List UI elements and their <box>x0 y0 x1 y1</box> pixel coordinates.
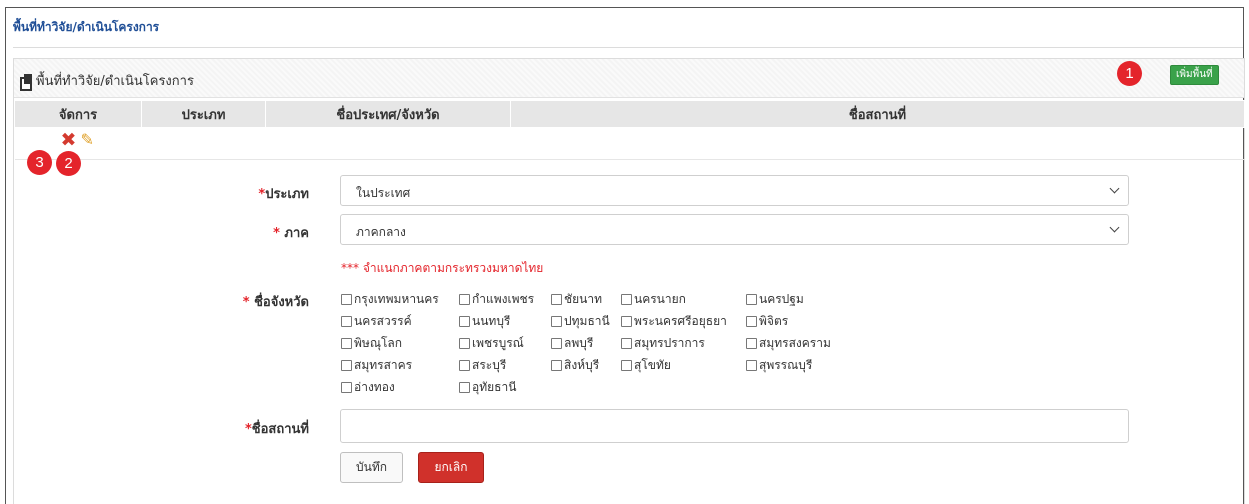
province-checkbox[interactable]: อ่างทอง <box>341 378 395 397</box>
chevron-down-icon <box>1109 183 1120 194</box>
checkbox-icon[interactable] <box>341 360 352 371</box>
checkbox-icon[interactable] <box>551 316 562 327</box>
place-name-input[interactable] <box>340 409 1129 443</box>
region-select-value: ภาคกลาง <box>356 225 406 239</box>
chevron-down-icon <box>1109 222 1120 233</box>
divider <box>13 47 1243 48</box>
province-checkbox-label: พิษณุโลก <box>354 336 403 350</box>
checkbox-icon[interactable] <box>621 294 632 305</box>
province-checkbox[interactable]: สุโขทัย <box>621 356 671 375</box>
checkbox-icon[interactable] <box>621 316 632 327</box>
province-checkbox-label: พระนครศรีอยุธยา <box>634 314 727 328</box>
province-checkbox[interactable]: ลพบุรี <box>551 334 593 353</box>
checkbox-icon[interactable] <box>746 338 757 349</box>
step-marker-1: 1 <box>1117 61 1142 86</box>
cancel-button[interactable]: ยกเลิก <box>418 452 484 483</box>
province-checkbox[interactable]: กำแพงเพชร <box>459 290 534 309</box>
checkbox-icon[interactable] <box>341 382 352 393</box>
province-checkbox[interactable]: สมุทรสาคร <box>341 356 412 375</box>
province-checkbox-label: ลพบุรี <box>564 336 594 350</box>
checkbox-icon[interactable] <box>746 360 757 371</box>
province-checkbox[interactable]: กรุงเทพมหานคร <box>341 290 439 309</box>
province-checkbox-label: สุโขทัย <box>634 358 671 372</box>
checkbox-icon[interactable] <box>459 316 470 327</box>
province-checkbox[interactable]: เพชรบูรณ์ <box>459 334 524 353</box>
checkbox-icon[interactable] <box>551 360 562 371</box>
table-header-row: จัดการ ประเภท ชื่อประเทศ/จังหวัด ชื่อสถา… <box>14 100 1245 128</box>
province-checkbox-label: สุพรรณบุรี <box>759 358 813 372</box>
column-header-type: ประเภท <box>141 100 266 128</box>
column-header-province: ชื่อประเทศ/จังหวัด <box>265 100 511 128</box>
province-checkbox[interactable]: พิจิตร <box>746 312 788 331</box>
province-checkbox[interactable]: นครปฐม <box>746 290 804 309</box>
checkbox-icon[interactable] <box>341 338 352 349</box>
province-checkbox[interactable]: อุทัยธานี <box>459 378 516 397</box>
add-area-button[interactable]: เพิ่มพื้นที่ <box>1170 65 1219 85</box>
province-checkbox-label: นครสวรรค์ <box>354 314 412 328</box>
place-label: *ชื่อสถานที่ <box>244 422 309 437</box>
checkbox-icon[interactable] <box>459 338 470 349</box>
province-label: * ชื่อจังหวัด <box>242 295 309 310</box>
step-marker-2: 2 <box>56 151 81 176</box>
province-checkbox[interactable]: นครสวรรค์ <box>341 312 412 331</box>
province-checkbox-label: นนทบุรี <box>472 314 511 328</box>
province-checkbox-label: สิงห์บุรี <box>564 358 600 372</box>
province-checkbox[interactable]: พระนครศรีอยุธยา <box>621 312 727 331</box>
step-marker-3: 3 <box>27 150 52 175</box>
checkbox-icon[interactable] <box>551 338 562 349</box>
region-select[interactable]: ภาคกลาง <box>340 214 1129 245</box>
province-checkbox[interactable]: สิงห์บุรี <box>551 356 599 375</box>
province-checkbox[interactable]: สมุทรปราการ <box>621 334 705 353</box>
province-checkbox-grid: กรุงเทพมหานคร กำแพงเพชร ชัยนาท นครนายก นครปฐ… <box>341 290 901 400</box>
province-checkbox[interactable]: พิษณุโลก <box>341 334 402 353</box>
province-checkbox-label: นครนายก <box>634 292 686 306</box>
province-checkbox-label: สมุทรปราการ <box>634 336 705 350</box>
checkbox-icon[interactable] <box>459 360 470 371</box>
type-select-value: ในประเทศ <box>356 186 411 200</box>
province-checkbox[interactable]: ปทุมธานี <box>551 312 610 331</box>
province-checkbox[interactable]: นนทบุรี <box>459 312 510 331</box>
province-checkbox[interactable]: นครนายก <box>621 290 686 309</box>
checkbox-icon[interactable] <box>621 360 632 371</box>
overlay-strip <box>96 133 761 157</box>
checkbox-icon[interactable] <box>459 382 470 393</box>
region-note: *** จำแนกภาคตามกระทรวงมหาดไทย <box>341 261 544 275</box>
province-checkbox[interactable]: ชัยนาท <box>551 290 602 309</box>
province-checkbox[interactable]: สุพรรณบุรี <box>746 356 812 375</box>
page-title: พื้นที่ทำวิจัย/ดำเนินโครงการ <box>13 20 160 34</box>
province-checkbox-label: ปทุมธานี <box>564 314 610 328</box>
province-checkbox-label: ชัยนาท <box>564 292 603 306</box>
column-header-place: ชื่อสถานที่ <box>510 100 1245 128</box>
delete-icon[interactable]: ✖ <box>61 130 77 150</box>
checkbox-icon[interactable] <box>621 338 632 349</box>
province-checkbox-label: พิจิตร <box>759 314 789 328</box>
province-checkbox-label: กรุงเทพมหานคร <box>354 292 439 306</box>
save-button[interactable]: บันทึก <box>340 452 403 483</box>
copy-icon <box>20 74 32 91</box>
checkbox-icon[interactable] <box>746 316 757 327</box>
checkbox-icon[interactable] <box>459 294 470 305</box>
province-checkbox[interactable]: สระบุรี <box>459 356 506 375</box>
column-header-manage: จัดการ <box>14 100 142 128</box>
panel-title: พื้นที่ทำวิจัย/ดำเนินโครงการ <box>20 70 194 91</box>
province-checkbox-label: สมุทรสงคราม <box>759 336 831 350</box>
panel-heading: พื้นที่ทำวิจัย/ดำเนินโครงการ เพิ่มพื้นที… <box>14 59 1244 98</box>
checkbox-icon[interactable] <box>551 294 562 305</box>
province-checkbox[interactable]: สมุทรสงคราม <box>746 334 831 353</box>
province-checkbox-label: สมุทรสาคร <box>354 358 413 372</box>
checkbox-icon[interactable] <box>341 316 352 327</box>
province-checkbox-label: เพชรบูรณ์ <box>472 336 524 350</box>
province-checkbox-label: นครปฐม <box>759 292 804 306</box>
region-label: * ภาค <box>273 226 309 241</box>
province-checkbox-label: อ่างทอง <box>354 380 395 394</box>
type-label: *ประเภท <box>258 187 309 202</box>
province-checkbox-label: อุทัยธานี <box>472 380 517 394</box>
province-checkbox-label: กำแพงเพชร <box>472 292 535 306</box>
province-checkbox-label: สระบุรี <box>472 358 507 372</box>
checkbox-icon[interactable] <box>746 294 757 305</box>
panel-title-text: พื้นที่ทำวิจัย/ดำเนินโครงการ <box>36 74 194 89</box>
type-select[interactable]: ในประเทศ <box>340 175 1129 206</box>
pencil-icon[interactable]: ✎ <box>81 131 94 149</box>
checkbox-icon[interactable] <box>341 294 352 305</box>
